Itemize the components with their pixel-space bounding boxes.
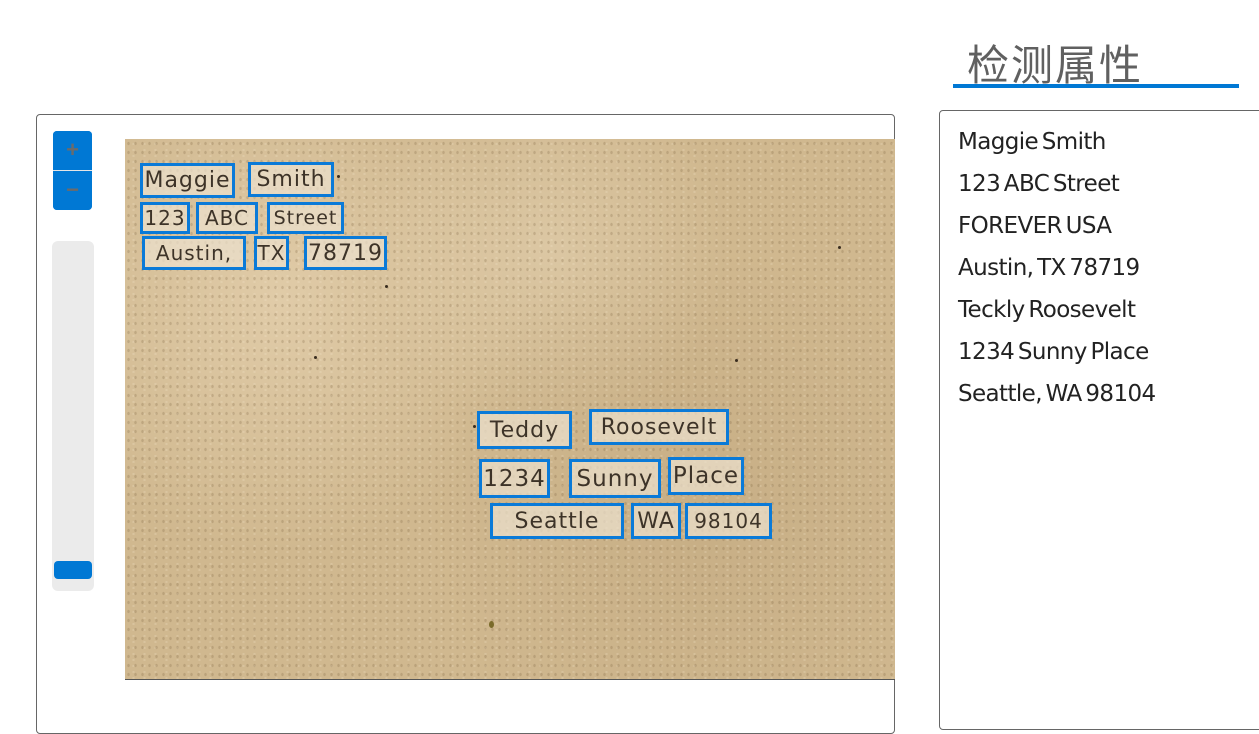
detected-word-box[interactable]: Teddy (477, 411, 572, 449)
result-line: FOREVER USA (958, 213, 1112, 239)
detected-word-box[interactable]: Austin, (142, 236, 246, 270)
paper-speck (473, 425, 476, 428)
detected-word-box[interactable]: Sunny (569, 459, 661, 498)
detected-word-box[interactable]: Roosevelt (589, 409, 729, 445)
result-line: 123 ABC Street (958, 171, 1120, 197)
detected-word-box[interactable]: Smith (248, 162, 334, 197)
zoom-slider-thumb[interactable] (54, 561, 92, 579)
result-line: Maggie Smith (958, 129, 1106, 155)
detected-word-box[interactable]: 123 (140, 202, 190, 234)
result-line: Teckly Roosevelt (958, 297, 1136, 323)
zoom-slider[interactable] (52, 241, 94, 591)
result-line: Seattle, WA 98104 (958, 381, 1156, 407)
detected-word-box[interactable]: Maggie (140, 163, 235, 198)
paper-speck (838, 246, 841, 249)
result-line: 1234 Sunny Place (958, 339, 1149, 365)
zoom-controls: + − (53, 131, 92, 210)
paper-speck (337, 175, 340, 178)
paper-speck (385, 285, 388, 288)
detected-word-box[interactable]: 1234 (479, 459, 550, 498)
page-title: 检测属性 (967, 41, 1144, 90)
detected-word-box[interactable]: ABC (196, 202, 258, 234)
zoom-in-button[interactable]: + (53, 131, 92, 170)
results-panel: Maggie Smith 123 ABC Street FOREVER USA … (939, 110, 1259, 730)
image-viewer: + − Maggie Smith 123 ABC Street Austin, … (36, 114, 895, 734)
paper-speck (489, 621, 494, 628)
detected-word-box[interactable]: TX (254, 236, 289, 270)
paper-speck (314, 356, 317, 359)
detected-word-box[interactable]: Street (267, 202, 344, 234)
document-image[interactable]: Maggie Smith 123 ABC Street Austin, TX 7… (125, 139, 895, 680)
paper-speck (735, 359, 738, 362)
section-header: 检测属性 (953, 30, 1239, 90)
detected-word-box[interactable]: Seattle (490, 503, 624, 539)
result-line: Austin, TX 78719 (958, 255, 1140, 281)
detected-word-box[interactable]: 78719 (304, 236, 387, 270)
detected-word-box[interactable]: 98104 (685, 503, 772, 539)
zoom-out-button[interactable]: − (53, 171, 92, 210)
detected-word-box[interactable]: Place (668, 457, 744, 495)
detected-word-box[interactable]: WA (631, 503, 681, 539)
